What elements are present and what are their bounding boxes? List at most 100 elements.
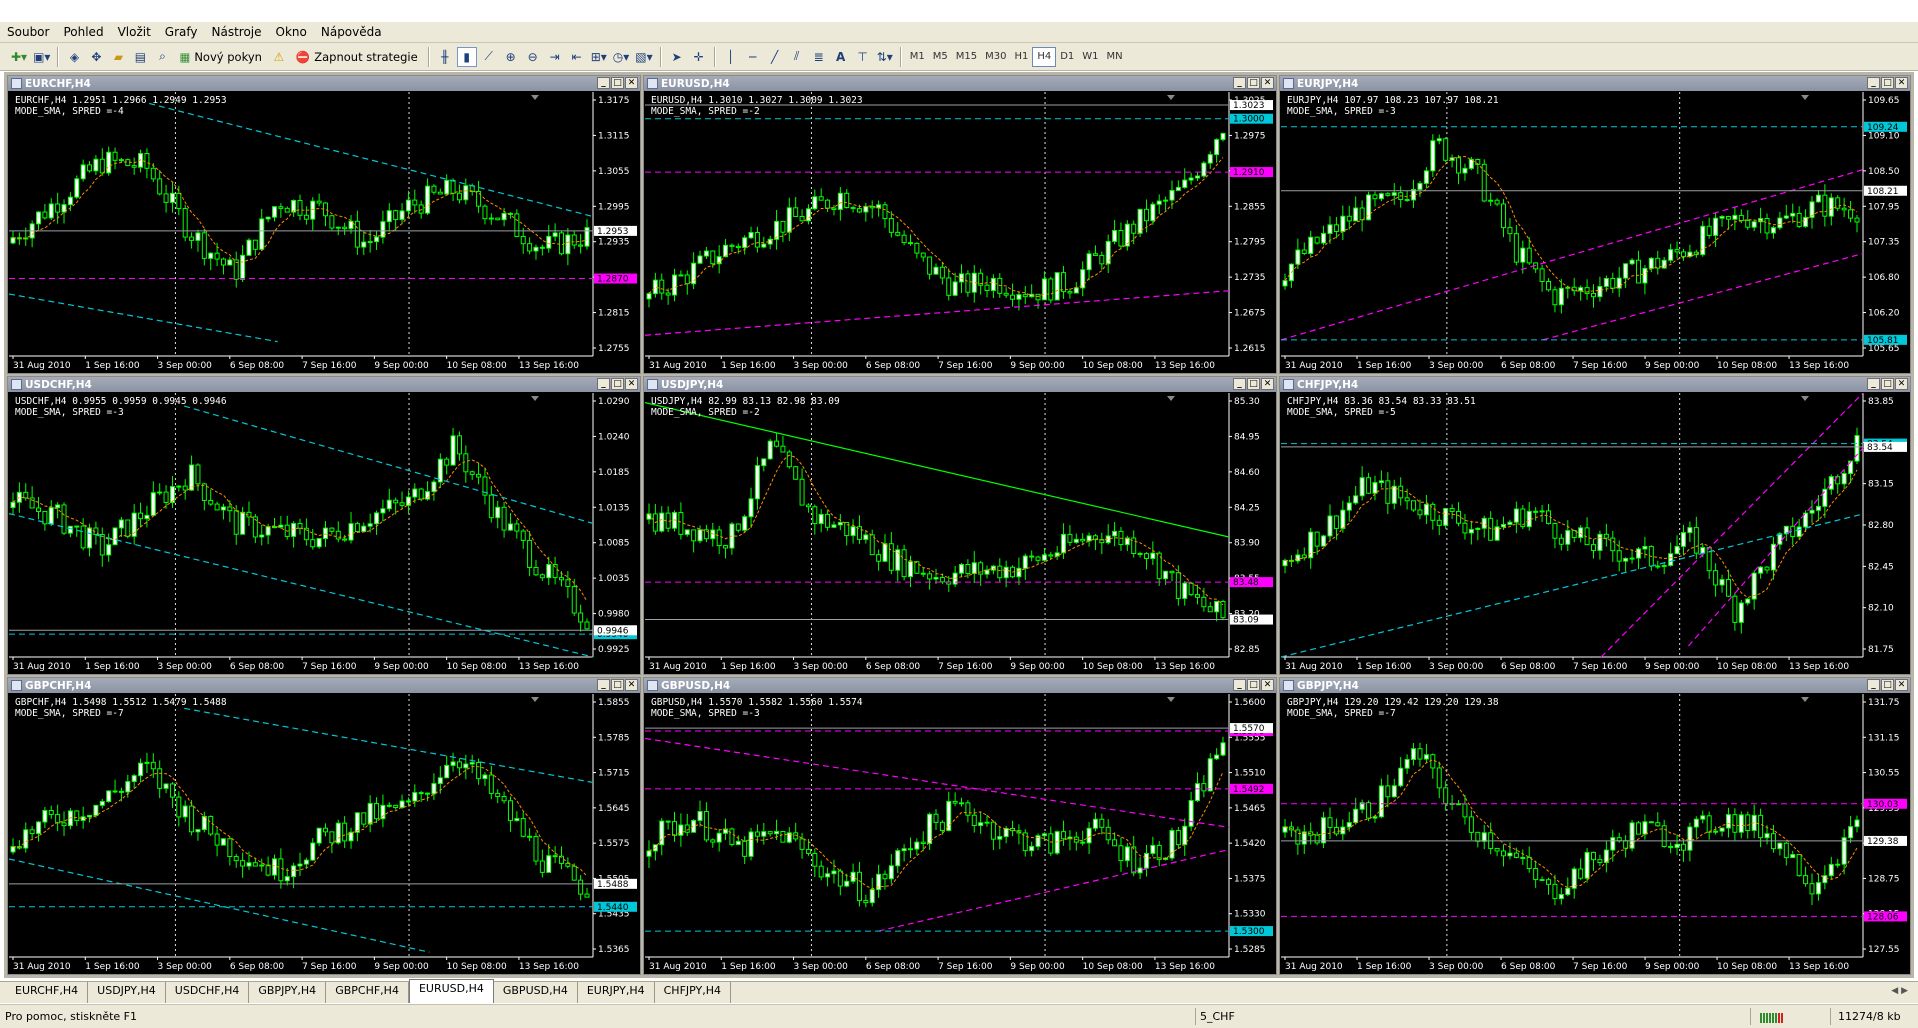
chart-canvas[interactable]: 85.3084.9584.6084.2583.9083.5583.2082.85… [645,393,1275,673]
maximize-button[interactable]: □ [1247,77,1260,89]
tab-eurjpy[interactable]: EURJPY,H4 [578,982,655,1003]
chart-canvas[interactable]: 1.0290 1.0240 1.0185 1.0135 1.0085 1.0035 0.99… [9,393,639,673]
candlestick-icon[interactable]: ▮ [456,46,477,67]
minimize-button[interactable]: _ [1867,679,1880,691]
minimize-button[interactable]: _ [1233,679,1246,691]
chart-svg[interactable]: 1.30251.29751.29151.28551.27951.27351.26… [645,92,1275,372]
timeframe-h1[interactable]: H1 [1010,48,1032,66]
chart-window-gbpusd[interactable]: GBPUSD,H4 _ □ ✕ 1.5600 1.5555 1.5510 1.5465 1.… [643,677,1277,975]
tab-usdjpy[interactable]: USDJPY,H4 [88,982,166,1003]
close-button[interactable]: ✕ [1261,378,1274,390]
maximize-button[interactable]: □ [611,679,624,691]
vertical-line-icon[interactable]: │ [721,47,741,67]
close-button[interactable]: ✕ [1261,679,1274,691]
tab-gbpusd[interactable]: GBPUSD,H4 [494,982,578,1003]
chart-svg[interactable]: 83.8583.5083.1582.8082.4582.1081.7583.54… [1281,393,1909,673]
tab-gbpjpy[interactable]: GBPJPY,H4 [249,982,327,1003]
chart-svg[interactable]: 1.58551.57851.57151.56451.55751.55051.54… [9,694,639,973]
chart-svg[interactable]: 85.3084.9584.6084.2583.9083.5583.2082.85… [645,393,1275,673]
menu-vlozit[interactable]: Vložit [111,22,158,42]
maximize-button[interactable]: □ [611,378,624,390]
chart-title-bar[interactable]: GBPCHF,H4 _ □ ✕ [8,678,640,693]
chart-title-bar[interactable]: CHFJPY,H4 _ □ ✕ [1280,377,1910,392]
close-button[interactable]: ✕ [1895,679,1908,691]
chart-title-bar[interactable]: EURCHF,H4 _ □ ✕ [8,76,640,91]
navigator-icon[interactable]: ✥ [86,47,106,67]
timeframe-w1[interactable]: W1 [1078,48,1102,66]
menu-pohled[interactable]: Pohled [56,22,110,42]
close-button[interactable]: ✕ [1261,77,1274,89]
zoom-out-icon[interactable]: ⊖ [523,47,543,67]
new-chart-icon[interactable]: ✚▾ [9,47,29,67]
tab-gbpchf[interactable]: GBPCHF,H4 [326,982,409,1003]
new-order-button[interactable]: ▦ Nový pokyn [174,47,266,67]
text-icon[interactable]: A [831,47,851,67]
close-button[interactable]: ✕ [1895,77,1908,89]
maximize-button[interactable]: □ [611,77,624,89]
maximize-button[interactable]: □ [1247,679,1260,691]
chart-window-eurchf[interactable]: EURCHF,H4 _ □ ✕ 1.3175 1.3115 1.3055 1.2995 1.… [7,75,641,374]
maximize-button[interactable]: □ [1247,378,1260,390]
chart-canvas[interactable]: 1.5600 1.5555 1.5510 1.5465 1.5420 1.5375 1.53… [645,694,1275,973]
tester-icon[interactable]: ⌕ [152,47,172,67]
chart-title-bar[interactable]: USDJPY,H4 _ □ ✕ [644,377,1276,392]
chart-title-bar[interactable]: EURJPY,H4 _ □ ✕ [1280,76,1910,91]
tab-eurchf[interactable]: EURCHF,H4 [6,982,89,1003]
timeframe-m30[interactable]: M30 [981,48,1010,66]
close-button[interactable]: ✕ [625,77,638,89]
maximize-button[interactable]: □ [1881,679,1894,691]
maximize-button[interactable]: □ [1881,77,1894,89]
chart-svg[interactable]: 131.75131.15130.55129.95129.35128.75128.… [1281,694,1909,973]
crosshair-icon[interactable]: ✛ [689,47,709,67]
menu-okno[interactable]: Okno [269,22,314,42]
periods-icon[interactable]: ◷▾ [611,47,632,67]
tab-eurusd[interactable]: EURUSD,H4 [408,979,494,1003]
arrows-icon[interactable]: ⇅▾ [875,47,895,67]
chart-canvas[interactable]: 131.75131.15130.55129.95129.35128.75128.… [1281,694,1909,973]
terminal-icon[interactable]: ▤ [130,47,150,67]
menu-napoveda[interactable]: Nápověda [314,22,389,42]
minimize-button[interactable]: _ [1867,77,1880,89]
chart-title-bar[interactable]: USDCHF,H4 _ □ ✕ [8,377,640,392]
close-button[interactable]: ✕ [1895,378,1908,390]
bar-chart-icon[interactable]: ╫ [435,47,455,67]
chart-window-eurusd[interactable]: EURUSD,H4 _□✕ 1.30251.29751.29151.28551.… [643,75,1277,374]
timeframe-mn[interactable]: MN [1103,48,1127,66]
market-watch-icon[interactable]: ◈ [64,47,84,67]
chart-canvas[interactable]: 1.58551.57851.57151.56451.55751.55051.54… [9,694,639,973]
menu-grafy[interactable]: Grafy [158,22,205,42]
chart-svg[interactable]: 1.56001.55551.55101.54651.54201.53751.53… [645,694,1275,973]
close-button[interactable]: ✕ [625,378,638,390]
chart-canvas[interactable]: 109.65 109.10 108.50 107.95 107.35 106.80 106.… [1281,92,1909,372]
line-chart-icon[interactable]: ⟋ [479,47,499,67]
menu-soubor[interactable]: Soubor [0,22,56,42]
chart-window-usdjpy[interactable]: USDJPY,H4 _ □ ✕ 85.30 84.95 84.60 84.25 83.90 8… [643,376,1277,675]
minimize-button[interactable]: _ [1233,378,1246,390]
chart-svg[interactable]: 1.0290 1.0240 1.0185 1.0135 1.0085 1.0035 0.99… [9,393,639,673]
minimize-button[interactable]: _ [1233,77,1246,89]
warning-icon[interactable]: ⚠ [269,47,289,67]
zoom-in-icon[interactable]: ⊕ [501,47,521,67]
tab-chfjpy[interactable]: CHFJPY,H4 [655,982,732,1003]
channel-icon[interactable]: ⫽ [787,47,807,67]
cursor-icon[interactable]: ➤ [667,47,687,67]
fibonacci-icon[interactable]: ≣ [809,47,829,67]
tab-scroll-arrows-icon[interactable]: ◀ ▶ [1891,986,1908,996]
chart-canvas[interactable]: 1.30251.29751.29151.28551.27951.27351.26… [645,92,1275,372]
timeframe-m1[interactable]: M1 [906,48,929,66]
minimize-button[interactable]: _ [597,679,610,691]
chart-title-bar[interactable]: GBPJPY,H4 _ □ ✕ [1280,678,1910,693]
chart-window-gbpjpy[interactable]: GBPJPY,H4 _ □ ✕ 131.75 131.15 130.55 129.95 12… [1279,677,1911,975]
chart-window-usdchf[interactable]: USDCHF,H4 _ □ ✕ 1.0290 1.0240 1.0185 1.0135 1.… [7,376,641,675]
chart-title-bar[interactable]: GBPUSD,H4 _ □ ✕ [644,678,1276,693]
chart-canvas[interactable]: 1.31751.31151.30551.29951.29351.28751.28… [9,92,639,372]
chart-window-chfjpy[interactable]: CHFJPY,H4 _□✕ 83.8583.5083.1582.8082.458… [1279,376,1911,675]
minimize-button[interactable]: _ [597,378,610,390]
chart-canvas[interactable]: 83.8583.5083.1582.8082.4582.1081.7583.54… [1281,393,1909,673]
chart-svg[interactable]: 109.65 109.10 108.50 107.95 107.35 106.80 106.… [1281,92,1909,372]
chart-shift-icon[interactable]: ⇤ [567,47,587,67]
minimize-button[interactable]: _ [597,77,610,89]
text-label-icon[interactable]: ⊤ [853,47,873,67]
chart-window-gbpchf[interactable]: GBPCHF,H4 _ □ ✕ 1.5855 1.5785 1.5715 1.5645 1.… [7,677,641,975]
horizontal-line-icon[interactable]: ─ [743,47,763,67]
